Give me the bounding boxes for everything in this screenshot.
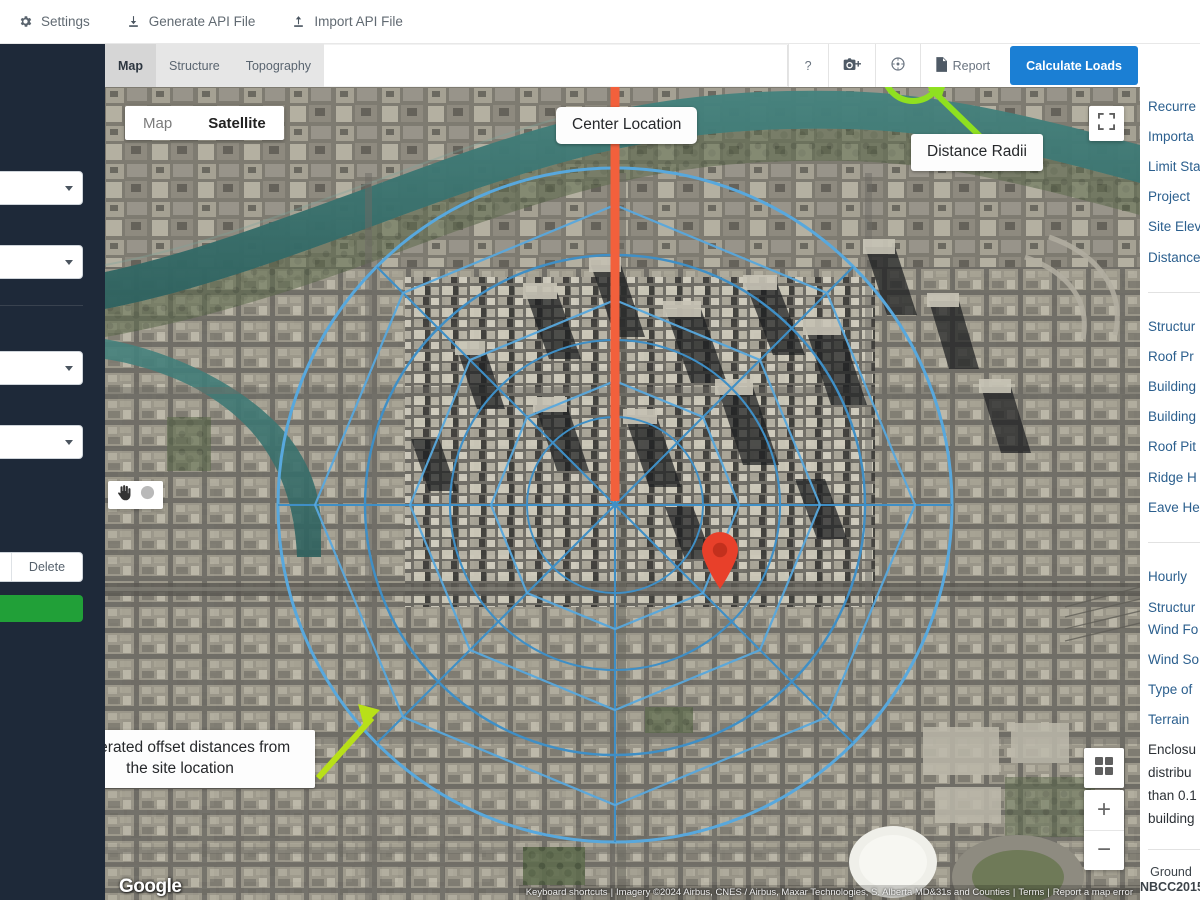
menu-item-settings-label: Settings (41, 14, 90, 29)
rp-distributed: distribu (1148, 765, 1192, 780)
tab-topography[interactable]: Topography (232, 44, 325, 87)
gear-icon (18, 14, 33, 29)
add-snapshot-button[interactable] (827, 44, 875, 87)
map-type-toggle: Map Satellite (125, 106, 284, 140)
sidebar-primary-action-button[interactable] (0, 595, 83, 622)
rp-roof-pitch: Roof Pit (1148, 439, 1197, 454)
menu-item-generate-api-file[interactable]: Generate API File (126, 14, 256, 29)
tab-map[interactable]: Map (105, 44, 156, 87)
left-sidebar: ystem ess than Delete (0, 44, 105, 900)
sidebar-select-comparison[interactable]: ess than (0, 425, 83, 459)
rp-recurrence: Recurre (1148, 99, 1197, 114)
zoom-in-button[interactable]: + (1084, 790, 1124, 831)
right-results-panel: Recurre Importa Limit Sta Project Site E… (1140, 44, 1200, 900)
sidebar-delete-button[interactable]: Delete (11, 553, 82, 581)
sidebar-button-unlabeled[interactable] (0, 553, 11, 581)
rp-building-2: Building (1148, 409, 1197, 424)
menu-item-import-api-file-label: Import API File (314, 14, 403, 29)
site-location-marker[interactable] (699, 530, 741, 590)
distance-radii-icon (890, 56, 906, 75)
rp-wind-source: Wind So (1148, 652, 1200, 667)
rp-type-of: Type of (1148, 682, 1193, 697)
callout-distance-radii: Distance Radii (911, 134, 1043, 171)
fullscreen-icon (1098, 112, 1115, 135)
rp-building-1: Building (1148, 379, 1197, 394)
rp-limit-state: Limit Sta (1148, 159, 1200, 174)
map-type-map[interactable]: Map (125, 106, 190, 140)
rp-wind-force: Wind Fo (1148, 622, 1199, 637)
keyboard-shortcuts-link[interactable]: Keyboard shortcuts (526, 887, 608, 898)
report-map-error-link[interactable]: Report a map error (1053, 887, 1133, 898)
rp-footer-ground: Ground (1150, 864, 1192, 879)
sidebar-button-row: Delete (0, 552, 83, 582)
toolbar-actions: ? Report Calculate Loads (787, 44, 1140, 87)
camera-plus-icon (843, 57, 861, 75)
menu-item-settings[interactable]: Settings (18, 14, 90, 29)
menu-item-import-api-file[interactable]: Import API File (291, 14, 403, 29)
pegman-icon (140, 485, 155, 505)
chevron-down-icon (65, 259, 73, 265)
map-layers-button[interactable] (1084, 748, 1124, 788)
imagery-credit: Imagery ©2024 Airbus, CNES / Airbus, Max… (616, 887, 1010, 898)
chevron-down-icon (65, 185, 73, 191)
rp-divider-1 (1148, 292, 1200, 293)
chevron-down-icon (65, 365, 73, 371)
rp-terrain: Terrain (1148, 712, 1190, 727)
zoom-controls: + − (1084, 790, 1124, 870)
fullscreen-button[interactable] (1089, 106, 1124, 141)
top-menu-bar: Settings Generate API File Import API Fi… (0, 0, 1200, 44)
rp-than-value: than 0.1 (1148, 788, 1197, 803)
distance-radii-button[interactable] (874, 44, 920, 87)
google-logo: Google (119, 876, 182, 897)
map-toolbar: Map Structure Topography ? Report Calcul… (105, 44, 1140, 87)
sidebar-select-1[interactable] (0, 171, 83, 205)
tab-structure[interactable]: Structure (156, 44, 233, 87)
rp-footer: Ground NBCC2015 (1140, 865, 1200, 896)
sidebar-select-2[interactable] (0, 245, 83, 279)
rp-divider-2 (1148, 542, 1200, 543)
rp-divider-3 (1148, 849, 1200, 850)
rp-structure-wind: Structur (1148, 600, 1196, 615)
sidebar-divider (0, 305, 83, 306)
download-icon (126, 14, 141, 29)
pan-and-streetview-control[interactable] (108, 481, 163, 509)
upload-icon (291, 14, 306, 29)
calculate-loads-button[interactable]: Calculate Loads (1010, 46, 1138, 85)
rp-hourly-wind: Hourly (1148, 569, 1188, 584)
sidebar-select-system[interactable]: ystem (0, 351, 83, 385)
zoom-out-button[interactable]: − (1084, 831, 1124, 871)
toolbar-spacer (324, 45, 788, 86)
rp-building-3: building (1148, 811, 1195, 826)
rp-footer-code: NBCC2015 (1140, 880, 1200, 895)
hand-pan-icon (116, 484, 131, 506)
rp-eave-height: Eave He (1148, 500, 1200, 515)
map-type-satellite[interactable]: Satellite (190, 106, 284, 140)
rp-structure: Structur (1148, 319, 1196, 334)
rp-project: Project (1148, 189, 1191, 204)
rp-site-elevation: Site Elev (1148, 219, 1200, 234)
help-button[interactable]: ? (787, 44, 828, 87)
rp-ridge-height: Ridge H (1148, 470, 1197, 485)
rp-importance: Importa (1148, 129, 1194, 144)
terms-link[interactable]: Terms (1018, 887, 1044, 898)
file-report-icon (935, 56, 947, 75)
map-layers-grid-icon (1094, 756, 1114, 781)
menu-item-generate-api-file-label: Generate API File (148, 14, 256, 29)
report-button-label: Report (952, 58, 991, 73)
rp-roof-profile: Roof Pr (1148, 349, 1194, 364)
rp-distance: Distance (1148, 250, 1200, 265)
report-button[interactable]: Report (919, 44, 1005, 87)
chevron-down-icon (65, 439, 73, 445)
callout-center-location: Center Location (556, 107, 698, 144)
map-attribution: Keyboard shortcuts | Imagery ©2024 Airbus,… (518, 885, 1140, 900)
rp-enclosure: Enclosu (1148, 742, 1197, 757)
toolbar-tabs: Map Structure Topography (105, 44, 325, 87)
